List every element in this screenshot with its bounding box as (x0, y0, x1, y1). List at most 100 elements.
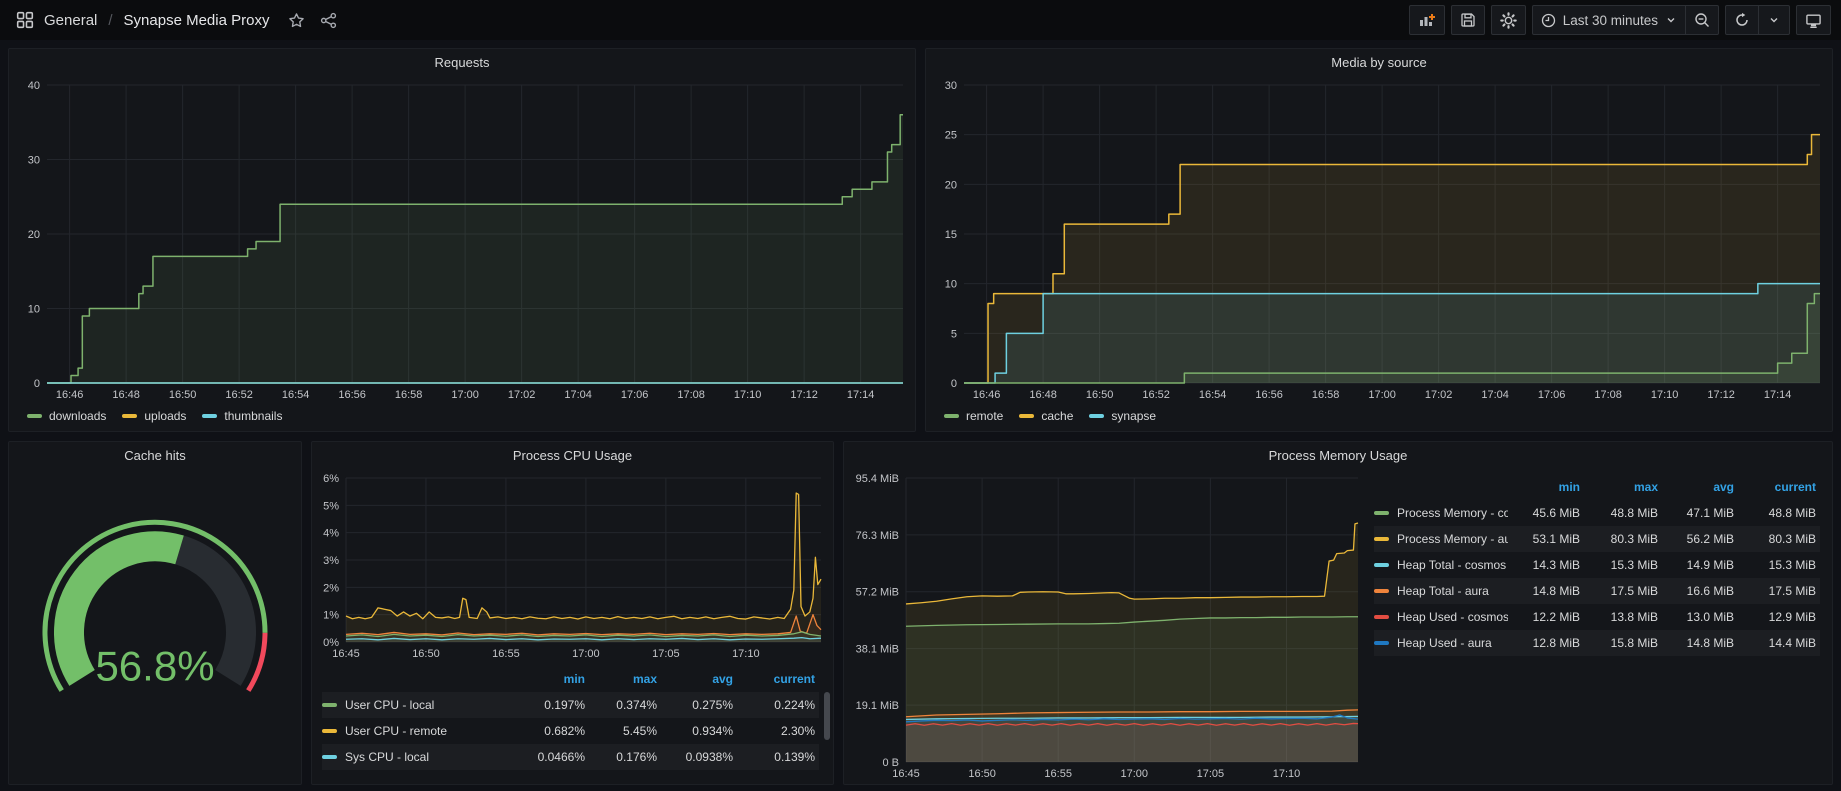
legend-stat-value: 0.176% (589, 750, 661, 764)
legend-series-label[interactable]: Process Memory - aura (1374, 532, 1508, 546)
save-dashboard-button[interactable] (1451, 5, 1485, 35)
svg-text:17:05: 17:05 (652, 648, 680, 660)
cache-hits-gauge: 56.8% (9, 468, 301, 784)
svg-text:16:46: 16:46 (56, 389, 84, 401)
legend-item[interactable]: downloads (27, 409, 106, 423)
svg-text:17:08: 17:08 (1594, 389, 1622, 401)
media-by-source-chart[interactable]: 05101520253016:4616:4816:5016:5216:5416:… (926, 75, 1832, 405)
svg-text:17:00: 17:00 (451, 389, 479, 401)
legend-stat-value: 15.3 MiB (1584, 558, 1662, 572)
legend-label: uploads (144, 409, 186, 423)
dashboard-title[interactable]: Synapse Media Proxy (124, 12, 270, 29)
svg-text:0: 0 (34, 378, 40, 390)
legend-item[interactable]: synapse (1089, 409, 1156, 423)
legend-item[interactable]: remote (944, 409, 1003, 423)
legend-marker (1019, 414, 1034, 418)
svg-text:95.4 MiB: 95.4 MiB (856, 473, 899, 485)
process-cpu-chart[interactable]: 0%1%2%3%4%5%6%16:4516:5016:5517:0017:051… (312, 468, 833, 664)
svg-text:17:10: 17:10 (1273, 768, 1301, 780)
process-memory-legend-table: minmaxavgcurrent Process Memory - cosmos4… (1370, 468, 1832, 784)
legend-stat-value: 12.2 MiB (1508, 610, 1584, 624)
legend-series-label[interactable]: Heap Used - aura (1374, 636, 1508, 650)
legend-column-header[interactable]: max (589, 672, 661, 686)
svg-text:16:48: 16:48 (1029, 389, 1057, 401)
legend-row: User CPU - remote0.682%5.45%0.934%2.30% (322, 718, 819, 744)
cycle-view-mode-button[interactable] (1796, 5, 1831, 35)
zoom-out-icon (1694, 12, 1710, 28)
legend-column-header[interactable]: min (1508, 480, 1584, 494)
panel-title-process-memory[interactable]: Process Memory Usage (844, 442, 1832, 468)
share-icon[interactable] (315, 7, 341, 33)
legend-series-label[interactable]: User CPU - remote (322, 724, 517, 738)
svg-text:10: 10 (28, 304, 40, 316)
zoom-out-time-button[interactable] (1685, 5, 1719, 35)
svg-text:17:00: 17:00 (572, 648, 600, 660)
clock-icon (1541, 13, 1556, 28)
legend-series-label[interactable]: User CPU - local (322, 698, 517, 712)
svg-text:5: 5 (951, 328, 957, 340)
legend-stat-value: 15.3 MiB (1738, 558, 1820, 572)
svg-text:0: 0 (951, 378, 957, 390)
legend-stat-value: 0.224% (737, 698, 819, 712)
refresh-icon (1734, 12, 1750, 28)
scrollbar-thumb[interactable] (824, 692, 830, 740)
legend-series-label[interactable]: Heap Used - cosmos (1374, 610, 1508, 624)
legend-row: Process Memory - cosmos45.6 MiB48.8 MiB4… (1374, 500, 1820, 526)
svg-text:30: 30 (28, 155, 40, 167)
add-panel-button[interactable] (1409, 5, 1445, 35)
legend-column-header[interactable]: min (517, 672, 589, 686)
requests-chart[interactable]: 01020304016:4616:4816:5016:5216:5416:561… (9, 75, 915, 405)
legend-stat-value: 14.8 MiB (1508, 584, 1584, 598)
svg-text:57.2 MiB: 57.2 MiB (856, 587, 899, 599)
legend-item[interactable]: thumbnails (202, 409, 282, 423)
legend-column-header[interactable]: current (1738, 480, 1820, 494)
svg-text:16:58: 16:58 (395, 389, 423, 401)
legend-label: synapse (1111, 409, 1156, 423)
svg-text:25: 25 (945, 130, 957, 142)
svg-text:4%: 4% (323, 528, 339, 540)
time-controls: Last 30 minutes (1532, 5, 1719, 35)
dashboard-settings-button[interactable] (1491, 5, 1526, 35)
legend-marker (322, 755, 337, 759)
process-memory-chart[interactable]: 0 B19.1 MiB38.1 MiB57.2 MiB76.3 MiB95.4 … (844, 468, 1370, 784)
legend-row: Heap Total - cosmos14.3 MiB15.3 MiB14.9 … (1374, 552, 1820, 578)
legend-item[interactable]: cache (1019, 409, 1073, 423)
svg-text:16:52: 16:52 (1142, 389, 1170, 401)
svg-text:1%: 1% (323, 610, 339, 622)
panel-title-requests[interactable]: Requests (9, 49, 915, 75)
svg-text:16:50: 16:50 (968, 768, 996, 780)
time-range-picker[interactable]: Last 30 minutes (1532, 5, 1686, 35)
legend-column-header[interactable]: avg (1662, 480, 1738, 494)
legend-series-label[interactable]: Sys CPU - local (322, 750, 517, 764)
svg-text:16:56: 16:56 (338, 389, 366, 401)
svg-text:17:12: 17:12 (1707, 389, 1735, 401)
panel-title-process-cpu[interactable]: Process CPU Usage (312, 442, 833, 468)
svg-text:40: 40 (28, 80, 40, 92)
legend-marker (322, 729, 337, 733)
breadcrumb-folder[interactable]: General (44, 12, 97, 29)
refresh-interval-dropdown[interactable] (1758, 5, 1790, 35)
svg-text:16:54: 16:54 (282, 389, 310, 401)
legend-stat-value: 80.3 MiB (1584, 532, 1662, 546)
legend-column-header[interactable]: current (737, 672, 819, 686)
legend-series-label[interactable]: Process Memory - cosmos (1374, 506, 1508, 520)
svg-text:17:05: 17:05 (1197, 768, 1225, 780)
navbar: General / Synapse Media Proxy (0, 0, 1841, 40)
panel-title-media-by-source[interactable]: Media by source (926, 49, 1832, 75)
svg-text:38.1 MiB: 38.1 MiB (856, 644, 899, 656)
panel-title-cache-hits[interactable]: Cache hits (9, 442, 301, 468)
legend-series-label[interactable]: Heap Total - aura (1374, 584, 1508, 598)
star-icon[interactable] (283, 7, 309, 33)
legend-stat-value: 0.0938% (661, 750, 737, 764)
legend-item[interactable]: uploads (122, 409, 186, 423)
refresh-button[interactable] (1725, 5, 1759, 35)
legend-stat-value: 15.8 MiB (1584, 636, 1662, 650)
svg-text:17:04: 17:04 (1481, 389, 1509, 401)
legend-stat-value: 2.30% (737, 724, 819, 738)
svg-text:6%: 6% (323, 473, 339, 485)
legend-column-header[interactable]: avg (661, 672, 737, 686)
legend-column-header[interactable]: max (1584, 480, 1662, 494)
panel-requests: Requests 01020304016:4616:4816:5016:5216… (8, 48, 916, 432)
apps-icon[interactable] (12, 7, 38, 33)
legend-series-label[interactable]: Heap Total - cosmos (1374, 558, 1508, 572)
